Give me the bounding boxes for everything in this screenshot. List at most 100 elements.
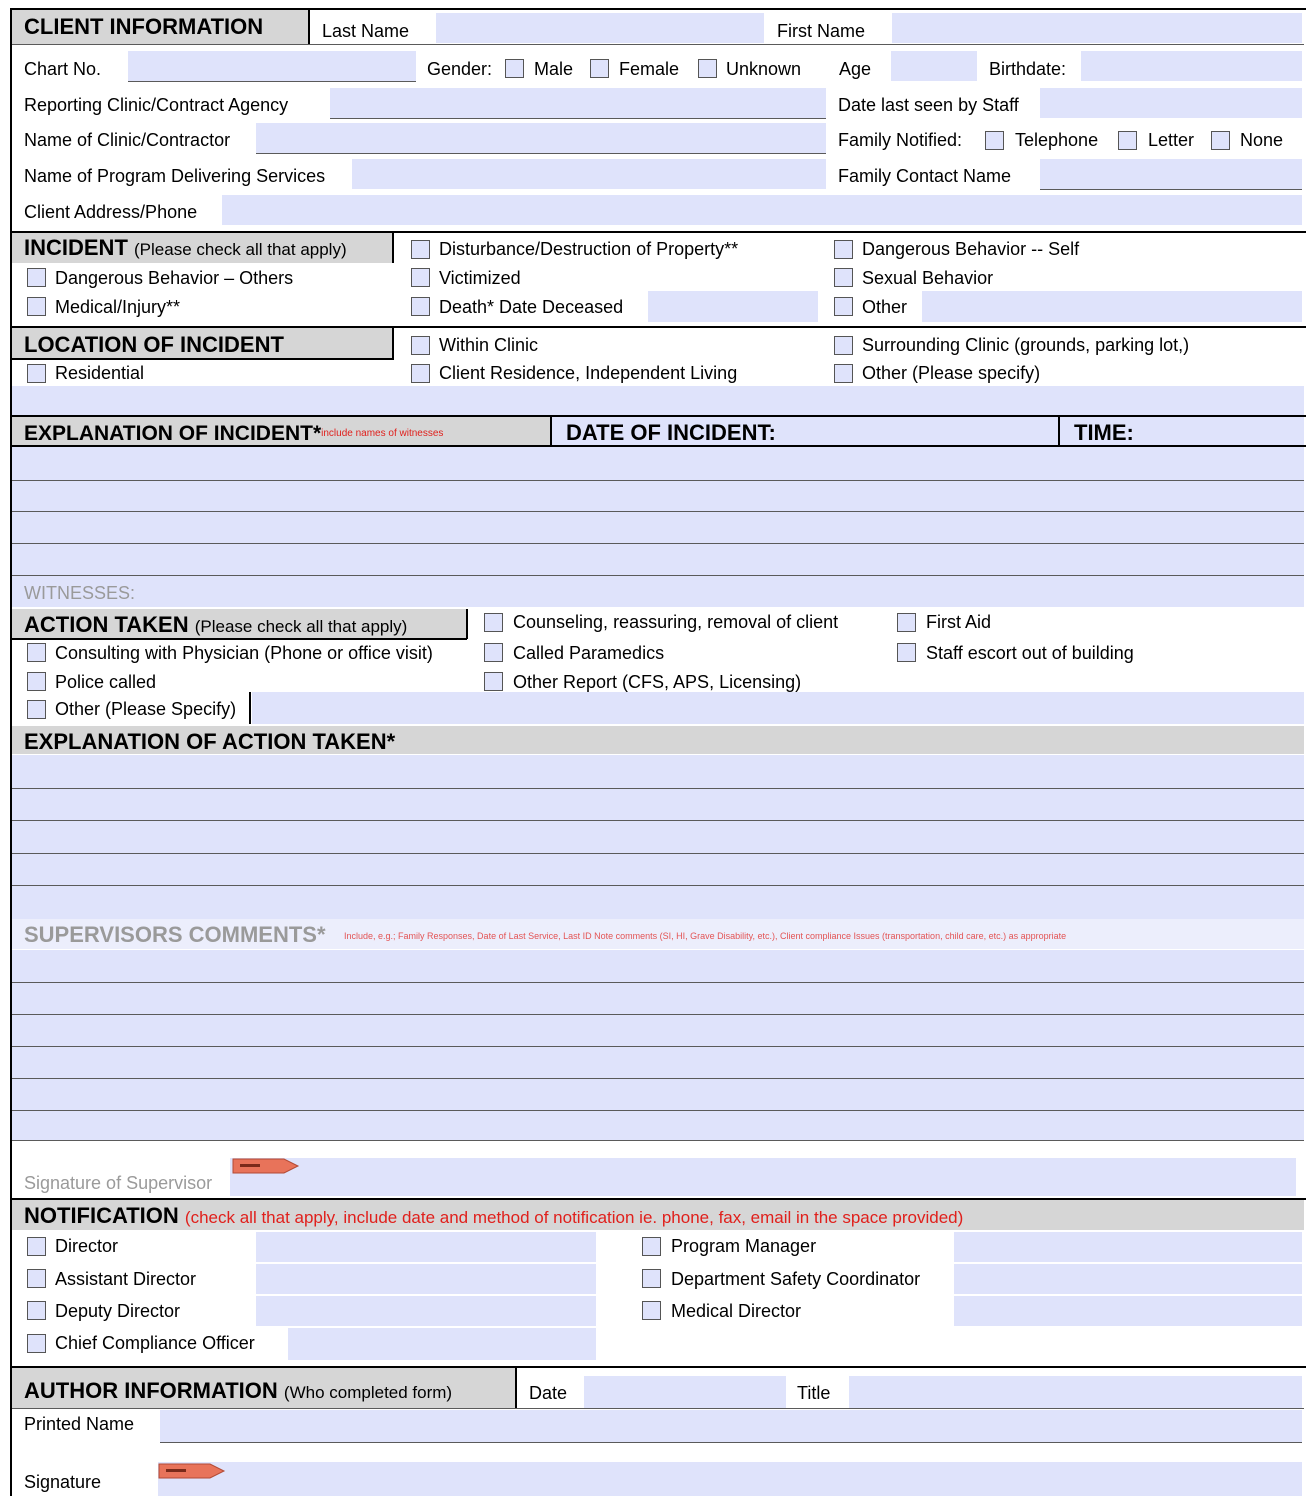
gender-unknown-checkbox[interactable] (698, 59, 717, 78)
gender-male-checkbox[interactable] (505, 59, 524, 78)
family-contact-field[interactable] (1040, 159, 1302, 189)
gender-male-label: Male (534, 59, 574, 79)
action-paramedics-checkbox[interactable] (484, 643, 503, 662)
notify-program-manager-checkbox[interactable] (642, 1237, 661, 1256)
location-client-residence-checkbox[interactable] (411, 364, 430, 383)
notification-title: NOTIFICATION (24, 1203, 179, 1228)
location-within-clinic-checkbox[interactable] (411, 336, 430, 355)
name-of-clinic-field[interactable] (256, 123, 826, 153)
location-within-clinic-label: Within Clinic (439, 335, 539, 355)
action-other-field[interactable] (252, 692, 1304, 724)
chart-no-field[interactable] (128, 51, 416, 81)
action-taken-title: ACTION TAKEN (24, 612, 189, 637)
printed-name-field[interactable] (160, 1410, 1302, 1442)
program-field[interactable] (352, 159, 826, 189)
supervisor-comments-text[interactable] (12, 950, 1304, 1140)
family-notified-telephone-label: Telephone (1015, 130, 1099, 150)
action-staff-escort-checkbox[interactable] (897, 643, 916, 662)
address-field[interactable] (222, 195, 1302, 225)
divider (12, 638, 467, 640)
explanation-action-text[interactable] (12, 755, 1304, 919)
author-title-field[interactable] (849, 1376, 1302, 1408)
incident-medical-label: Medical/Injury** (55, 297, 181, 317)
notify-deputy-director-checkbox[interactable] (27, 1301, 46, 1320)
birthdate-field[interactable] (1081, 51, 1302, 81)
address-label: Client Address/Phone (24, 202, 198, 222)
notify-compliance-officer-checkbox[interactable] (27, 1334, 46, 1353)
family-contact-label: Family Contact Name (838, 166, 1012, 186)
action-other-report-checkbox[interactable] (484, 672, 503, 691)
incident-sexual-checkbox[interactable] (834, 268, 853, 287)
row-line (12, 1078, 1304, 1079)
first-name-field[interactable] (892, 13, 1302, 43)
incident-death-checkbox[interactable] (411, 297, 430, 316)
notify-director-checkbox[interactable] (27, 1237, 46, 1256)
row-line (12, 820, 1304, 821)
action-other-report-label: Other Report (CFS, APS, Licensing) (513, 672, 802, 692)
author-date-field[interactable] (584, 1376, 786, 1408)
gender-female-checkbox[interactable] (590, 59, 609, 78)
notify-medical-director-checkbox[interactable] (642, 1301, 661, 1320)
notify-medical-director-field[interactable] (954, 1296, 1302, 1326)
row-line (160, 1442, 1302, 1443)
notify-assistant-director-checkbox[interactable] (27, 1269, 46, 1288)
supervisor-signature-field[interactable] (230, 1158, 1296, 1196)
family-notified-letter-checkbox[interactable] (1118, 131, 1137, 150)
location-surrounding-label: Surrounding Clinic (grounds, parking lot… (862, 335, 1190, 355)
row-line (12, 1014, 1304, 1015)
sign-here-flag-icon (232, 1158, 300, 1174)
row-line (12, 885, 1304, 886)
location-other-checkbox[interactable] (834, 364, 853, 383)
date-deceased-field[interactable] (648, 291, 818, 322)
explanation-text[interactable] (12, 447, 1304, 607)
incident-header-note: (Please check all that apply) (134, 240, 347, 259)
date-last-seen-field[interactable] (1040, 88, 1302, 118)
action-first-aid-checkbox[interactable] (897, 613, 916, 632)
notify-safety-coordinator-checkbox[interactable] (642, 1269, 661, 1288)
incident-disturbance-checkbox[interactable] (411, 240, 430, 259)
row-line (12, 511, 1304, 512)
last-name-field[interactable] (436, 13, 764, 43)
notify-compliance-officer-field[interactable] (288, 1328, 596, 1360)
action-physician-checkbox[interactable] (27, 643, 46, 662)
incident-danger-self-checkbox[interactable] (834, 240, 853, 259)
location-surrounding-checkbox[interactable] (834, 336, 853, 355)
author-signature-field[interactable] (158, 1462, 1302, 1496)
location-other-field[interactable] (12, 386, 1304, 416)
incident-danger-others-label: Dangerous Behavior – Others (55, 268, 294, 288)
gender-label: Gender: (427, 59, 493, 79)
sign-here-flag-icon (158, 1463, 226, 1479)
notify-assistant-director-field[interactable] (256, 1264, 596, 1294)
incident-victimized-checkbox[interactable] (411, 268, 430, 287)
location-residential-checkbox[interactable] (27, 364, 46, 383)
notify-deputy-director-field[interactable] (256, 1296, 596, 1326)
reporting-clinic-label: Reporting Clinic/Contract Agency (24, 95, 289, 115)
incident-other-checkbox[interactable] (834, 297, 853, 316)
action-physician-label: Consulting with Physician (Phone or offi… (55, 643, 433, 663)
incident-header-title: INCIDENT (24, 235, 128, 260)
program-label: Name of Program Delivering Services (24, 166, 326, 186)
row-line (12, 480, 1304, 481)
notification-header-bar: NOTIFICATION (check all that apply, incl… (12, 1200, 1304, 1230)
action-police-checkbox[interactable] (27, 672, 46, 691)
last-name-label: Last Name (322, 21, 410, 41)
reporting-clinic-field[interactable] (330, 88, 826, 118)
notify-deputy-director-label: Deputy Director (55, 1301, 181, 1321)
action-other-label: Other (Please Specify) (55, 699, 237, 719)
family-notified-telephone-checkbox[interactable] (985, 131, 1004, 150)
incident-other-field[interactable] (922, 291, 1302, 322)
notify-director-field[interactable] (256, 1232, 596, 1262)
notify-safety-coordinator-field[interactable] (954, 1264, 1302, 1294)
row-line (12, 982, 1304, 983)
notify-program-manager-field[interactable] (954, 1232, 1302, 1262)
age-field[interactable] (891, 51, 977, 81)
action-counseling-checkbox[interactable] (484, 613, 503, 632)
explanation-note: include names of witnesses (321, 428, 444, 439)
row-line (12, 788, 1304, 789)
incident-danger-others-checkbox[interactable] (27, 268, 46, 287)
family-notified-none-checkbox[interactable] (1211, 131, 1230, 150)
action-other-checkbox[interactable] (27, 700, 46, 719)
incident-medical-checkbox[interactable] (27, 297, 46, 316)
notify-director-label: Director (55, 1236, 119, 1256)
age-label: Age (839, 59, 872, 79)
